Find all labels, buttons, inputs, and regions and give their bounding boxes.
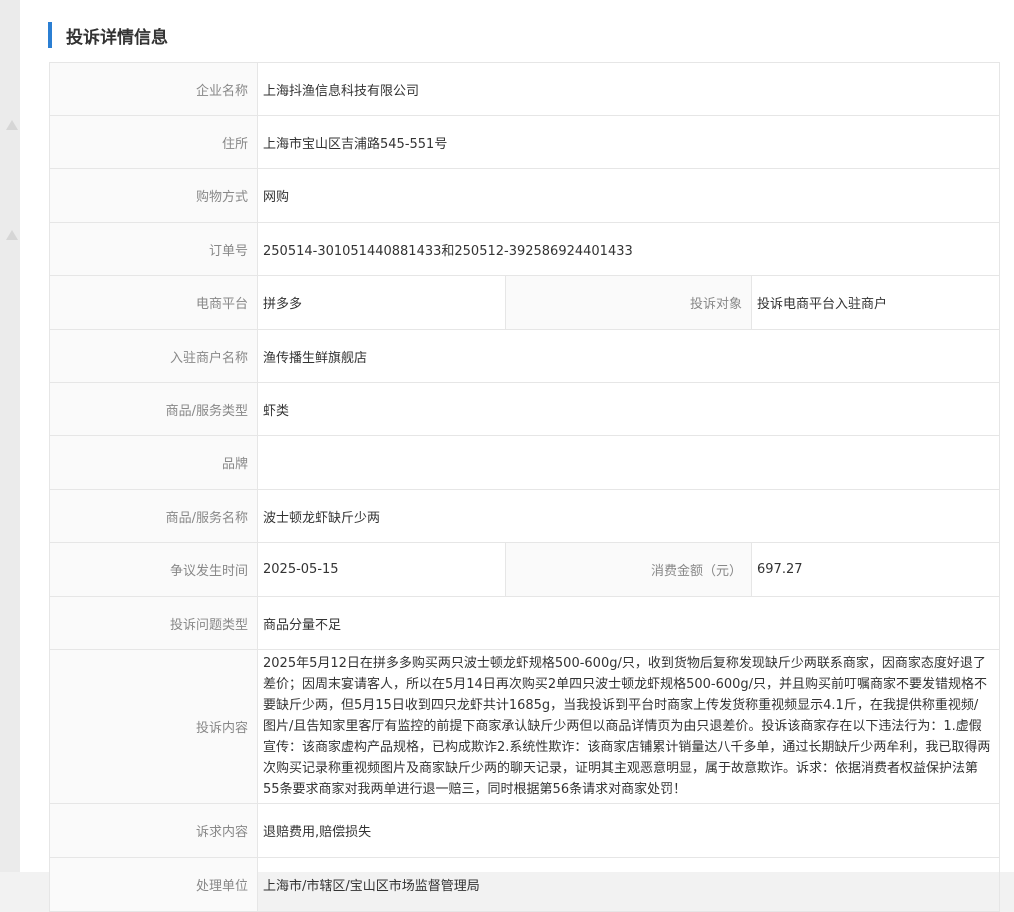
complaint-target-value: 投诉电商平台入驻商户 [750,275,1001,330]
category-label: 商品/服务类型 [49,382,258,436]
order-no-value: 250514-301051440881433和250512-3925869244… [256,222,1001,276]
merchant-label: 入驻商户名称 [49,329,258,383]
brand-label: 品牌 [49,435,258,490]
dispute-time-label: 争议发生时间 [49,542,258,597]
row-handler: 处理单位 上海市/市辖区/宝山区市场监督管理局 [49,857,1001,912]
row-product-name: 商品/服务名称 波士顿龙虾缺斤少两 [49,489,1001,543]
content-value: 2025年5月12日在拼多多购买两只波士顿龙虾规格500-600g/只，收到货物… [256,649,1001,804]
triangle-up-icon [6,120,18,130]
address-label: 住所 [49,115,258,169]
merchant-value: 渔传播生鲜旗舰店 [256,329,1001,383]
issue-type-label: 投诉问题类型 [49,596,258,650]
row-demand: 诉求内容 退赔费用,赔偿损失 [49,803,1001,858]
handler-value: 上海市/市辖区/宝山区市场监督管理局 [256,857,1001,912]
amount-label: 消费金额（元） [505,542,752,597]
triangle-up-icon [6,230,18,240]
row-shopping-method: 购物方式 网购 [49,168,1001,223]
address-value: 上海市宝山区吉浦路545-551号 [256,115,1001,169]
platform-label: 电商平台 [49,275,258,330]
company-value: 上海抖渔信息科技有限公司 [256,62,1001,116]
shopping-method-value: 网购 [256,168,1001,223]
product-name-value: 波士顿龙虾缺斤少两 [256,489,1001,543]
left-scroll-strip [0,0,21,872]
row-category: 商品/服务类型 虾类 [49,382,1001,436]
row-issue-type: 投诉问题类型 商品分量不足 [49,596,1001,650]
dispute-time-value: 2025-05-15 [257,542,506,597]
brand-value [256,435,1001,490]
row-address: 住所 上海市宝山区吉浦路545-551号 [49,115,1001,169]
row-dispute-time: 争议发生时间 2025-05-15 消费金额（元） 697.27 [49,542,1001,597]
demand-label: 诉求内容 [49,803,258,858]
company-label: 企业名称 [49,62,258,116]
content-label: 投诉内容 [49,649,258,804]
shopping-method-label: 购物方式 [49,168,258,223]
detail-panel: 投诉详情信息 企业名称 上海抖渔信息科技有限公司 住所 上海市宝山区吉浦路545… [20,0,1014,912]
row-content: 投诉内容 2025年5月12日在拼多多购买两只波士顿龙虾规格500-600g/只… [49,649,1001,804]
handler-label: 处理单位 [49,857,258,912]
row-order-no: 订单号 250514-301051440881433和250512-392586… [49,222,1001,276]
row-brand: 品牌 [49,435,1001,490]
category-value: 虾类 [256,382,1001,436]
complaint-target-label: 投诉对象 [505,275,752,330]
section-title: 投诉详情信息 [66,27,168,48]
demand-value: 退赔费用,赔偿损失 [256,803,1001,858]
complaint-detail-table: 企业名称 上海抖渔信息科技有限公司 住所 上海市宝山区吉浦路545-551号 购… [49,62,1001,912]
section-header: 投诉详情信息 [48,22,168,48]
row-company: 企业名称 上海抖渔信息科技有限公司 [49,62,1001,116]
issue-type-value: 商品分量不足 [256,596,1001,650]
title-accent-bar [48,22,52,48]
row-merchant: 入驻商户名称 渔传播生鲜旗舰店 [49,329,1001,383]
row-platform: 电商平台 拼多多 投诉对象 投诉电商平台入驻商户 [49,275,1001,330]
platform-value: 拼多多 [257,275,506,330]
order-no-label: 订单号 [49,222,258,276]
product-name-label: 商品/服务名称 [49,489,258,543]
amount-value: 697.27 [750,542,1001,597]
